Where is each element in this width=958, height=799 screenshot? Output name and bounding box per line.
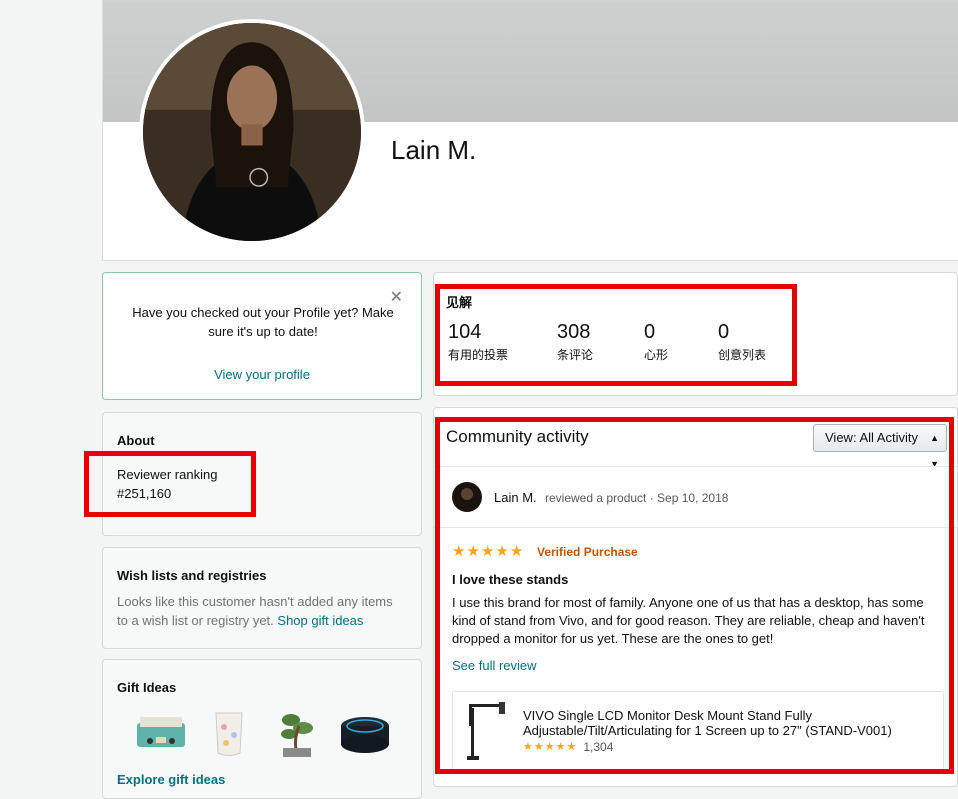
about-card: About Reviewer ranking #251,160	[102, 412, 422, 536]
star-icon: ★	[480, 543, 495, 560]
view-filter-label: View: All Activity	[825, 430, 918, 445]
verified-purchase-badge: Verified Purchase	[537, 545, 638, 559]
avatar-image	[143, 23, 361, 241]
star-icon: ★	[544, 741, 555, 753]
product-rating: ★ ★ ★ ★ ★ 1,304	[523, 740, 613, 754]
stat-label: 心形	[644, 348, 669, 362]
stat-label: 创意列表	[718, 348, 767, 362]
view-filter-dropdown[interactable]: View: All Activity ▲ ▼	[813, 424, 947, 469]
stat-value: 0	[718, 321, 730, 343]
dropdown-caret-icon: ▲ ▼	[930, 433, 939, 469]
prompt-message: Have you checked out your Profile yet? M…	[132, 305, 394, 339]
half-star-icon: ★	[566, 741, 577, 753]
explore-gift-ideas-link[interactable]: Explore gift ideas	[117, 772, 225, 787]
smart-speaker-icon[interactable]	[337, 707, 393, 761]
community-activity-card: Community activity View: All Activity ▲ ▼…	[433, 407, 958, 787]
reviewer-ranking-value: #251,160	[117, 486, 172, 501]
product-title[interactable]: VIVO Single LCD Monitor Desk Mount Stand…	[523, 708, 933, 738]
about-title: About	[117, 433, 155, 448]
wine-glass-icon[interactable]	[201, 707, 257, 761]
shop-gift-ideas-link[interactable]: Shop gift ideas	[277, 613, 363, 628]
stat-label: 有用的投票	[448, 348, 509, 362]
star-icon: ★	[452, 543, 466, 560]
star-icon: ★	[533, 741, 544, 753]
insights-card: 见解 104 有用的投票 308 条评论 0 心形 0 创意列表	[433, 272, 958, 396]
gift-ideas-title: Gift Ideas	[117, 680, 177, 695]
stat-idea-lists[interactable]: 0 创意列表	[718, 321, 766, 363]
stat-value: 104	[448, 321, 482, 343]
activity-title: Community activity	[446, 427, 589, 446]
reviewer-ranking-label: Reviewer ranking	[117, 467, 218, 482]
star-icon: ★	[555, 741, 566, 753]
stat-value: 0	[644, 321, 656, 343]
stat-helpful-votes[interactable]: 104 有用的投票	[448, 321, 508, 363]
stat-label: 条评论	[557, 348, 594, 362]
review-star-rating: ★ ★ ★ ★ ★	[452, 544, 523, 560]
record-player-icon[interactable]	[133, 707, 189, 761]
activity-user-name[interactable]: Lain M.	[494, 490, 537, 505]
stat-reviews[interactable]: 308 条评论	[557, 321, 593, 363]
view-profile-link[interactable]: View your profile	[103, 367, 421, 382]
profile-prompt-card: ✕ Have you checked out your Profile yet?…	[102, 272, 422, 400]
profile-avatar[interactable]	[139, 19, 365, 245]
wishlists-card: Wish lists and registries Looks like thi…	[102, 547, 422, 649]
divider	[434, 466, 957, 467]
stat-hearts[interactable]: 0 心形	[644, 321, 668, 363]
divider	[434, 527, 957, 528]
rating-count[interactable]: 1,304	[583, 740, 613, 754]
review-body: I use this brand for most of family. Any…	[452, 595, 925, 646]
see-full-review-link[interactable]: See full review	[452, 658, 537, 673]
star-icon: ★	[523, 741, 533, 753]
insights-title: 见解	[446, 295, 473, 310]
star-icon: ★	[495, 543, 509, 560]
stat-value: 308	[557, 321, 591, 343]
star-icon: ★	[466, 543, 480, 560]
gift-ideas-card: Gift Ideas Explore gift ideas	[102, 659, 422, 799]
review-title[interactable]: I love these stands	[452, 572, 568, 587]
gift-ideas-row	[133, 706, 393, 762]
wishlists-title: Wish lists and registries	[117, 568, 267, 583]
reviewed-product[interactable]: VIVO Single LCD Monitor Desk Mount Stand…	[452, 691, 944, 771]
bonsai-icon[interactable]	[269, 707, 325, 761]
wishlists-text: Looks like this customer hasn't added an…	[117, 592, 407, 630]
activity-meta: reviewed a product · Sep 10, 2018	[545, 491, 729, 505]
activity-avatar[interactable]	[452, 482, 482, 512]
star-icon: ★	[509, 543, 524, 560]
page-margin	[0, 0, 101, 786]
monitor-stand-icon	[467, 702, 505, 760]
profile-name: Lain M.	[391, 135, 477, 165]
